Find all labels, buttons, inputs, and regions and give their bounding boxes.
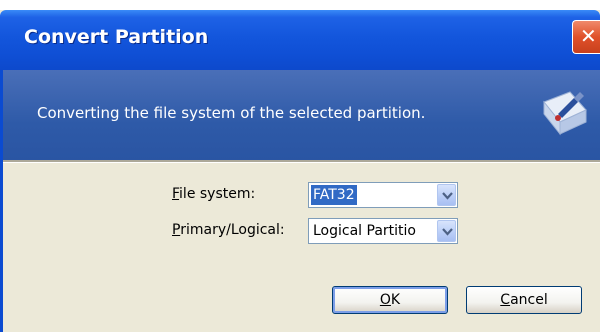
window-title: Convert Partition (24, 26, 209, 48)
close-icon: ✕ (580, 24, 597, 48)
chevron-down-icon (442, 228, 453, 236)
primary-logical-dropdown-button[interactable] (437, 220, 456, 242)
chevron-down-icon (442, 192, 453, 200)
primary-logical-value: Logical Partitio (313, 223, 416, 239)
header-description: Converting the file system of the select… (37, 104, 426, 122)
ok-button[interactable]: OK (332, 286, 448, 314)
file-system-select[interactable]: FAT32 (308, 182, 458, 208)
convert-partition-dialog: Convert Partition ✕ Converting the file … (0, 10, 600, 332)
header-separator (3, 160, 600, 163)
primary-logical-select[interactable]: Logical Partitio (308, 218, 458, 244)
close-button[interactable]: ✕ (572, 20, 600, 54)
file-system-dropdown-button[interactable] (437, 184, 456, 206)
file-system-value: FAT32 (311, 185, 357, 205)
primary-logical-label: Primary/Logical: (172, 222, 285, 238)
file-system-label: File system: (172, 186, 256, 202)
title-bar[interactable]: Convert Partition ✕ (0, 10, 600, 70)
cancel-button[interactable]: Cancel (466, 286, 582, 314)
header-panel: Converting the file system of the select… (3, 70, 600, 160)
partition-wizard-icon (543, 91, 587, 136)
